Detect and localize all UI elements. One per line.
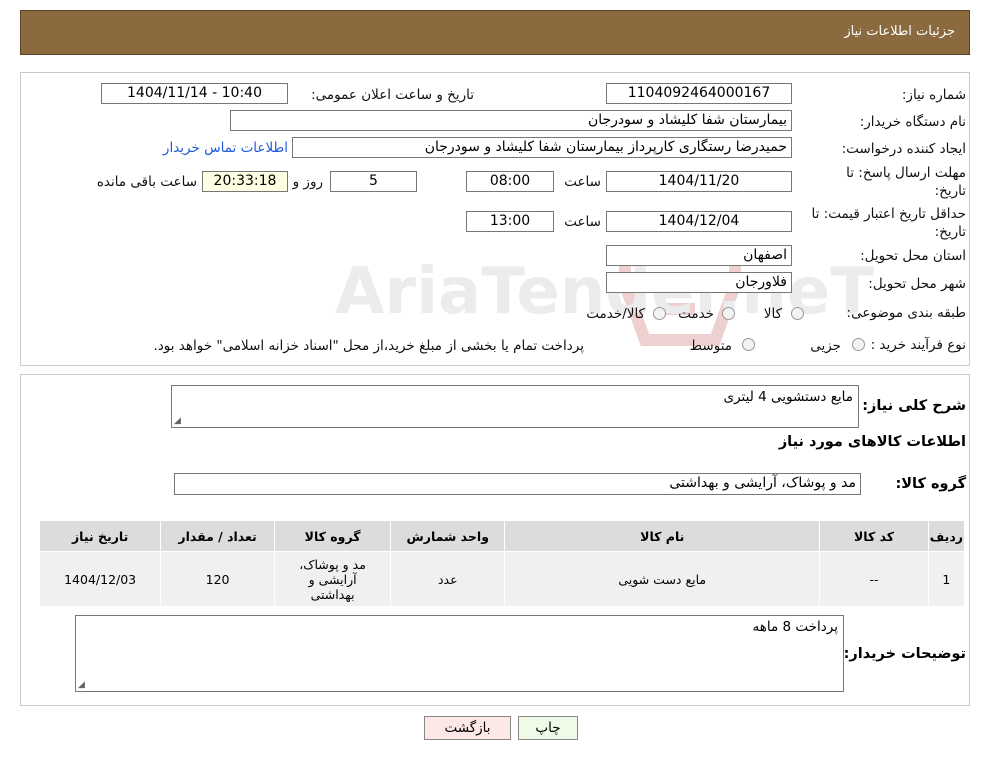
process-minor-radio[interactable] xyxy=(852,338,865,351)
cell-quantity: 120 xyxy=(160,551,275,607)
page-header: جزئیات اطلاعات نیاز xyxy=(20,10,970,55)
deadline-time-label: ساعت xyxy=(564,174,601,190)
announce-field: 1404/11/14 - 10:40 xyxy=(101,83,288,104)
buyer-notes-text: پرداخت 8 ماهه xyxy=(752,619,838,635)
need-summary-field: مایع دستشویی 4 لیتری ◢ xyxy=(171,385,859,428)
col-header-unit: واحد شمارش xyxy=(390,520,506,552)
process-label: نوع فرآیند خرید : xyxy=(870,337,966,353)
validity-time-field: 13:00 xyxy=(466,211,554,232)
validity-label-line1: حداقل تاریخ اعتبار قیمت: تا xyxy=(811,206,966,222)
announce-label: تاریخ و ساعت اعلان عمومی: xyxy=(311,87,474,103)
cell-goods-name: مایع دست شویی xyxy=(504,551,821,607)
col-header-goods-code: کد کالا xyxy=(819,520,929,552)
col-header-goods-group: گروه کالا xyxy=(273,520,392,552)
goods-group-field: مد و پوشاک، آرایشی و بهداشتی xyxy=(174,473,861,495)
back-button[interactable]: بازگشت xyxy=(424,716,511,740)
category-service-radio[interactable] xyxy=(722,307,735,320)
table-row: 1 -- مایع دست شویی عدد مد و پوشاک، آرایش… xyxy=(38,551,966,607)
cell-goods-code: -- xyxy=(819,551,929,607)
validity-time-label: ساعت xyxy=(564,214,601,230)
resize-grip-icon[interactable]: ◢ xyxy=(78,680,85,690)
category-service-label: خدمت xyxy=(678,306,714,322)
buyer-notes-field: پرداخت 8 ماهه ◢ xyxy=(75,615,844,692)
buyer-org-label: نام دستگاه خریدار: xyxy=(859,114,966,130)
deadline-time-field: 08:00 xyxy=(466,171,554,192)
days-count-field: 5 xyxy=(330,171,417,192)
process-medium-label: متوسط xyxy=(689,338,732,354)
col-header-need-date: تاریخ نیاز xyxy=(38,520,162,552)
province-field: اصفهان xyxy=(606,245,792,266)
need-summary-text: مایع دستشویی 4 لیتری xyxy=(723,389,853,405)
need-number-label: شماره نیاز: xyxy=(901,87,966,103)
cell-unit: عدد xyxy=(390,551,506,607)
category-goods-radio[interactable] xyxy=(791,307,804,320)
buyer-contact-link[interactable]: اطلاعات تماس خریدار xyxy=(163,140,288,156)
goods-info-title: اطلاعات کالاهای مورد نیاز xyxy=(778,434,966,450)
deadline-date-field: 1404/11/20 xyxy=(606,171,792,192)
days-label: روز و xyxy=(292,174,323,190)
process-note: پرداخت تمام یا بخشی از مبلغ خرید،از محل … xyxy=(153,338,584,354)
resize-grip-icon[interactable]: ◢ xyxy=(174,416,181,426)
creator-label: ایجاد کننده درخواست: xyxy=(841,141,966,157)
goods-table-header-row: ردیف کد کالا نام کالا واحد شمارش گروه کا… xyxy=(38,520,966,552)
cell-goods-group: مد و پوشاک، آرایشی و بهداشتی xyxy=(273,551,392,607)
col-header-quantity: تعداد / مقدار xyxy=(160,520,275,552)
col-header-goods-name: نام کالا xyxy=(504,520,821,552)
category-label: طبقه بندی موضوعی: xyxy=(846,305,966,321)
col-header-row-number: ردیف xyxy=(927,520,966,552)
category-goods-service-label: کالا/خدمت xyxy=(586,306,645,322)
buyer-notes-label: توضیحات خریدار: xyxy=(843,646,966,662)
process-minor-label: جزیی xyxy=(810,338,841,354)
creator-field: حمیدرضا رستگاری کارپرداز بیمارستان شفا ک… xyxy=(292,137,792,158)
deadline-label-line2: تاریخ: xyxy=(934,183,966,199)
cell-need-date: 1404/12/03 xyxy=(38,551,162,607)
goods-table: ردیف کد کالا نام کالا واحد شمارش گروه کا… xyxy=(38,520,966,607)
province-label: استان محل تحویل: xyxy=(860,248,966,264)
need-number-field: 1104092464000167 xyxy=(606,83,792,104)
buyer-org-field: بیمارستان شفا کلیشاد و سودرجان xyxy=(230,110,792,131)
print-button[interactable]: چاپ xyxy=(518,716,578,740)
process-medium-radio[interactable] xyxy=(742,338,755,351)
goods-group-label: گروه کالا: xyxy=(895,476,966,492)
city-field: فلاورجان xyxy=(606,272,792,293)
need-summary-label: شرح کلی نیاز: xyxy=(862,398,966,414)
category-goods-label: کالا xyxy=(763,306,782,322)
validity-label-line2: تاریخ: xyxy=(934,224,966,240)
city-label: شهر محل تحویل: xyxy=(868,276,966,292)
validity-date-field: 1404/12/04 xyxy=(606,211,792,232)
page-title: جزئیات اطلاعات نیاز xyxy=(844,24,955,39)
deadline-label-line1: مهلت ارسال پاسخ: تا xyxy=(846,165,966,181)
remaining-label: ساعت باقی مانده xyxy=(96,174,197,190)
category-goods-service-radio[interactable] xyxy=(653,307,666,320)
remaining-time-field: 20:33:18 xyxy=(202,171,288,192)
cell-row-number: 1 xyxy=(927,551,966,607)
